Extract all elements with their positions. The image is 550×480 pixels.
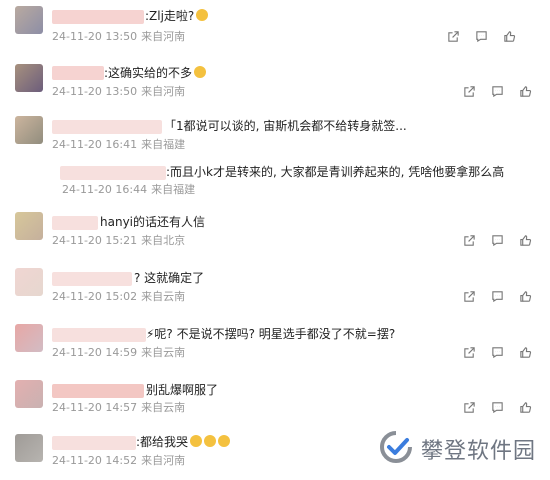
comment-date: 24-11-20 14:59 — [52, 346, 138, 359]
comment-location: 来自河南 — [141, 454, 186, 467]
crying-emoji-icon — [218, 435, 231, 447]
comment-location: 来自河南 — [141, 85, 186, 98]
reply-text: :而且小k才是转来的, 大家都是青训养起来的, 凭啥他要拿那么高 — [166, 165, 505, 179]
comment-item: 别乱爆啊服了 24-11-20 14:57 来自云南 — [0, 374, 550, 428]
comment-icon[interactable] — [490, 345, 504, 359]
share-icon[interactable] — [462, 289, 476, 303]
comment-actions — [462, 233, 532, 247]
comment-icon[interactable] — [474, 29, 488, 43]
comment-text: :都给我哭 — [136, 434, 231, 450]
like-icon[interactable] — [518, 345, 532, 359]
comment-meta: 24-11-20 14:57 来自云南 — [52, 401, 185, 415]
avatar[interactable] — [15, 380, 43, 408]
comment-location: 来自北京 — [141, 234, 186, 247]
share-icon[interactable] — [446, 29, 460, 43]
avatar[interactable] — [15, 64, 43, 92]
comment-location: 来自云南 — [141, 290, 186, 303]
comment-text: hanyi的话还有人信 — [100, 215, 206, 229]
comment-text: :这确实给的不多 — [104, 65, 207, 81]
smile-emoji-icon — [194, 66, 207, 78]
username-blurred[interactable] — [52, 120, 162, 134]
share-icon[interactable] — [462, 84, 476, 98]
comment-item: :Zlj走啦? 24-11-20 13:50 来自河南 — [0, 0, 550, 60]
comment-date: 24-11-20 15:21 — [52, 234, 138, 247]
username-blurred[interactable] — [52, 272, 132, 286]
username-blurred[interactable] — [52, 384, 144, 398]
comment-date: 24-11-20 13:50 — [52, 85, 138, 98]
like-icon[interactable] — [518, 289, 532, 303]
avatar[interactable] — [15, 6, 43, 34]
avatar[interactable] — [15, 212, 43, 240]
avatar[interactable] — [15, 116, 43, 144]
comment-location: 来自云南 — [141, 401, 186, 414]
comment-actions — [462, 400, 532, 414]
comment-icon[interactable] — [490, 400, 504, 414]
comment-location: 来自河南 — [141, 30, 186, 43]
comment-actions — [446, 29, 532, 43]
reply-date: 24-11-20 16:44 — [62, 183, 148, 196]
crying-emoji-icon — [204, 435, 217, 447]
comment-item: :这确实给的不多 24-11-20 13:50 来自河南 — [0, 58, 550, 110]
reply-location: 来自福建 — [151, 183, 196, 196]
comment-meta: 24-11-20 13:50 来自河南 — [52, 85, 185, 99]
comment-meta: 24-11-20 15:21 来自北京 — [52, 234, 185, 248]
comment-meta: 24-11-20 13:50 来自河南 — [52, 30, 185, 44]
crying-emoji-icon — [196, 9, 209, 21]
comment-meta: 24-11-20 14:52 来自河南 — [52, 454, 185, 468]
comment-location: 来自福建 — [141, 138, 186, 151]
crying-emoji-icon — [190, 435, 203, 447]
reply-meta: 24-11-20 16:44 来自福建 — [62, 183, 195, 197]
share-icon[interactable] — [462, 400, 476, 414]
comment-location: 来自云南 — [141, 346, 186, 359]
watermark: 攀登软件园 — [379, 430, 536, 468]
avatar[interactable] — [15, 434, 43, 462]
avatar[interactable] — [15, 268, 43, 296]
avatar[interactable] — [15, 324, 43, 352]
username-blurred[interactable] — [60, 166, 166, 180]
comment-date: 24-11-20 16:41 — [52, 138, 138, 151]
comment-text: 别乱爆啊服了 — [146, 383, 219, 397]
comment-text: ? 这就确定了 — [134, 271, 205, 285]
comment-date: 24-11-20 14:57 — [52, 401, 138, 414]
like-icon[interactable] — [518, 84, 532, 98]
comment-text: :Zlj走啦? — [145, 8, 209, 24]
reply-item: :而且小k才是转来的, 大家都是青训养起来的, 凭啥他要拿那么高 24-11-2… — [0, 158, 550, 200]
like-icon[interactable] — [502, 29, 516, 43]
comment-text: 「1都说可以谈的, 宙斯机会都不给转身就签... — [164, 119, 407, 133]
like-icon[interactable] — [518, 400, 532, 414]
comment-icon[interactable] — [490, 84, 504, 98]
comment-text: ⚡呢? 不是说不摆吗? 明星选手都没了不就=摆? — [146, 327, 396, 341]
comment-meta: 24-11-20 15:02 来自云南 — [52, 290, 185, 304]
comment-icon[interactable] — [490, 233, 504, 247]
username-blurred[interactable] — [52, 66, 104, 80]
comment-icon[interactable] — [490, 289, 504, 303]
username-blurred[interactable] — [52, 328, 146, 342]
comment-actions — [462, 345, 532, 359]
comment-actions — [462, 289, 532, 303]
comment-meta: 24-11-20 16:41 来自福建 — [52, 138, 185, 152]
comment-date: 24-11-20 14:52 — [52, 454, 138, 467]
username-blurred[interactable] — [52, 10, 144, 24]
username-blurred[interactable] — [52, 436, 136, 450]
comment-date: 24-11-20 15:02 — [52, 290, 138, 303]
username-blurred[interactable] — [52, 216, 98, 230]
comment-date: 24-11-20 13:50 — [52, 30, 138, 43]
comment-item: 「1都说可以谈的, 宙斯机会都不给转身就签... 24-11-20 16:41 来… — [0, 110, 550, 160]
comment-item: hanyi的话还有人信 24-11-20 15:21 来自北京 — [0, 206, 550, 262]
comment-item: ? 这就确定了 24-11-20 15:02 来自云南 — [0, 262, 550, 318]
watermark-text: 攀登软件园 — [420, 439, 536, 464]
share-icon[interactable] — [462, 345, 476, 359]
comment-meta: 24-11-20 14:59 来自云南 — [52, 346, 185, 360]
brand-check-icon — [379, 430, 413, 468]
share-icon[interactable] — [462, 233, 476, 247]
like-icon[interactable] — [518, 233, 532, 247]
comment-item: ⚡呢? 不是说不摆吗? 明星选手都没了不就=摆? 24-11-20 14:59 来… — [0, 318, 550, 374]
comment-actions — [462, 84, 532, 98]
